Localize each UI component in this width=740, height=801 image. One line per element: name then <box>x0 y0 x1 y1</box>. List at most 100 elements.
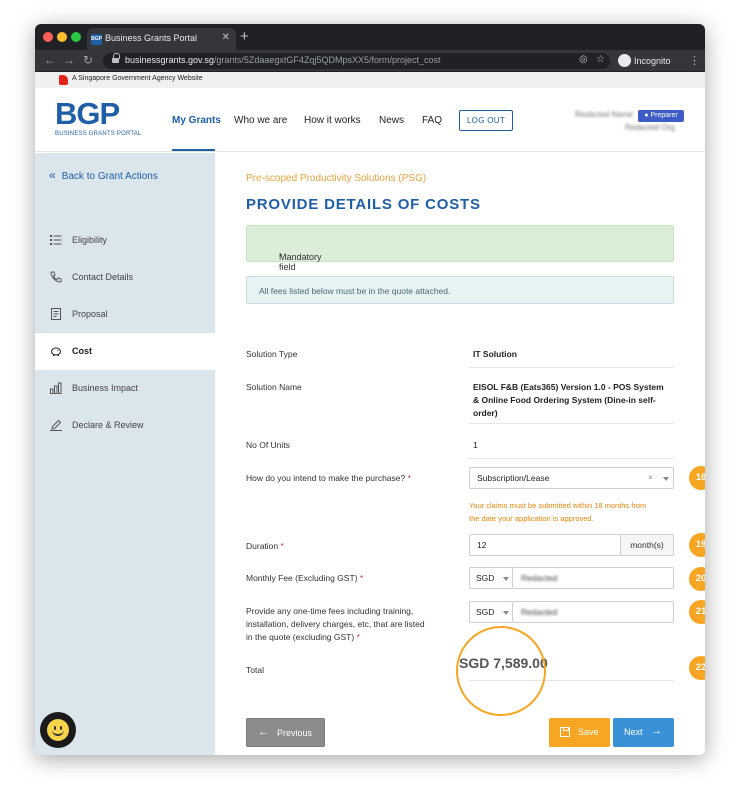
purchase-method-label: How do you intend to make the purchase? … <box>246 472 411 485</box>
sidebar-item-label: Declare & Review <box>72 420 144 430</box>
nav-news[interactable]: News <box>379 115 404 126</box>
one-time-fees-label: Provide any one-time fees including trai… <box>246 605 425 644</box>
incognito-indicator[interactable]: Incognito <box>618 54 671 67</box>
purchase-warning: Your claims must be submitted within 18 … <box>469 499 646 525</box>
solution-type-label: Solution Type <box>246 349 298 359</box>
browser-window: BGP Business Grants Portal ✕ + ← → ↻ bus… <box>35 24 705 755</box>
info-text: All fees listed below must be in the quo… <box>259 286 451 296</box>
scheme-name: Pre-scoped Productivity Solutions (PSG) <box>246 173 427 184</box>
page-title: PROVIDE DETAILS OF COSTS <box>246 196 481 213</box>
gov-banner: A Singapore Government Agency Website <box>35 72 705 88</box>
step-badge: 19 <box>689 533 705 557</box>
total-label: Total <box>246 665 264 675</box>
floppy-disk-icon <box>560 727 570 737</box>
url-path: /grants/5ZdaaegxtGF4Zqj5QDMpsXX5/form/pr… <box>213 55 441 65</box>
monthly-fee-input[interactable]: Redacted <box>513 567 674 589</box>
one-time-fees-currency-select[interactable]: SGD <box>469 601 513 623</box>
incognito-label: Incognito <box>634 56 671 66</box>
forward-arrow-icon[interactable]: → <box>63 53 75 67</box>
step-badge: 21 <box>689 600 705 624</box>
back-to-grant-actions-link[interactable]: « Back to Grant Actions <box>49 168 158 182</box>
sidebar-item-contact-details[interactable]: Contact Details <box>35 259 215 296</box>
logout-button[interactable]: LOG OUT <box>459 110 513 131</box>
active-nav-underline <box>172 149 215 151</box>
dropdown-caret-icon[interactable] <box>663 477 669 481</box>
tab-close-icon[interactable]: ✕ <box>222 32 230 43</box>
clear-selection-icon[interactable]: × <box>648 473 653 482</box>
sidebar-item-label: Eligibility <box>72 235 108 245</box>
one-time-fees-input[interactable]: Redacted <box>513 601 674 623</box>
step-badge: 20 <box>689 567 705 591</box>
step-badge: 22 <box>689 656 705 680</box>
logo-subtext: BUSINESS GRANTS PORTAL <box>55 131 142 137</box>
required-asterisk: * <box>407 473 411 483</box>
step-badge: 18 <box>689 466 705 490</box>
purchase-warning-line: the date your application is approved. <box>469 514 594 523</box>
solution-name-line: EISOL F&B (Eats365) Version 1.0 - POS Sy… <box>473 382 664 392</box>
main-content: Pre-scoped Productivity Solutions (PSG) … <box>215 153 705 755</box>
sidebar-item-proposal[interactable]: Proposal <box>35 296 215 333</box>
bgp-logo[interactable]: BGP BUSINESS GRANTS PORTAL <box>55 96 142 142</box>
duration-label-text: Duration <box>246 541 279 551</box>
row-divider <box>469 367 674 368</box>
nav-faq[interactable]: FAQ <box>422 115 442 126</box>
duration-input[interactable]: 12 <box>469 534 621 556</box>
user-org: Redacted Org <box>625 123 675 132</box>
close-window-button[interactable] <box>43 32 53 42</box>
arrow-right-icon: → <box>651 725 662 737</box>
list-icon <box>50 235 62 245</box>
user-name: Redacted Name <box>575 110 633 119</box>
incognito-icon <box>618 54 631 67</box>
gov-banner-text: A Singapore Government Agency Website <box>72 75 203 82</box>
sidebar-item-label: Cost <box>72 346 92 356</box>
back-arrow-icon[interactable]: ← <box>44 53 56 67</box>
eye-slash-icon[interactable]: ◎ <box>579 54 588 65</box>
currency-value: SGD <box>476 607 495 617</box>
sidebar-item-business-impact[interactable]: Business Impact <box>35 370 215 407</box>
monthly-fee-currency-select[interactable]: SGD <box>469 567 513 589</box>
nav-who-we-are[interactable]: Who we are <box>234 115 287 126</box>
reload-icon[interactable]: ↻ <box>83 53 93 67</box>
new-tab-button[interactable]: + <box>240 28 249 45</box>
previous-button-label: Previous <box>277 728 313 738</box>
purchase-method-select[interactable]: Subscription/Lease × <box>469 467 674 489</box>
nav-how-it-works[interactable]: How it works <box>304 115 361 126</box>
row-divider <box>469 458 674 459</box>
feedback-smiley-button[interactable] <box>40 712 76 748</box>
nav-my-grants[interactable]: My Grants <box>172 115 221 126</box>
info-notice: All fees listed below must be in the quo… <box>246 276 674 304</box>
url-field[interactable]: businessgrants.gov.sg/grants/5ZdaaegxtGF… <box>103 53 610 69</box>
browser-menu-icon[interactable]: ⋮ <box>689 54 700 67</box>
purchase-warning-line: Your claims must be submitted within 18 … <box>469 501 647 510</box>
one-time-fees-line: Provide any one-time fees including trai… <box>246 606 414 616</box>
smiley-face-icon <box>47 719 69 741</box>
back-link-label: Back to Grant Actions <box>61 171 158 182</box>
duration-label: Duration * <box>246 540 284 553</box>
next-button-label: Next <box>624 727 643 737</box>
tab-strip: BGP Business Grants Portal ✕ + <box>35 24 705 50</box>
tab-title: Business Grants Portal <box>105 33 198 43</box>
sidebar-item-cost[interactable]: Cost <box>35 333 215 370</box>
sidebar-item-declare-review[interactable]: Declare & Review <box>35 407 215 444</box>
solution-name-line: order) <box>473 408 498 418</box>
purchase-method-value: Subscription/Lease <box>477 473 550 483</box>
save-button-label: Save <box>578 727 599 737</box>
singapore-lion-icon <box>59 75 68 85</box>
duration-value: 12 <box>477 540 487 550</box>
maximize-window-button[interactable] <box>71 32 81 42</box>
sidebar-item-label: Business Impact <box>72 383 139 393</box>
next-button[interactable]: Next → <box>613 718 674 747</box>
browser-tab[interactable]: BGP Business Grants Portal ✕ <box>87 28 236 50</box>
sidebar-item-eligibility[interactable]: Eligibility <box>35 222 215 259</box>
save-button[interactable]: Save <box>549 718 610 747</box>
previous-button[interactable]: ← Previous <box>246 718 325 747</box>
required-asterisk: * <box>359 573 364 583</box>
monthly-fee-value: Redacted <box>521 573 558 583</box>
mandatory-label: Mandatory field <box>279 252 322 272</box>
logo-text: BGP <box>55 96 120 131</box>
bookmark-star-icon[interactable]: ☆ <box>596 54 605 65</box>
monthly-fee-label-text: Monthly Fee (Excluding GST) <box>246 573 358 583</box>
minimize-window-button[interactable] <box>57 32 67 42</box>
dropdown-caret-icon <box>503 611 509 615</box>
url-text: businessgrants.gov.sg/grants/5ZdaaegxtGF… <box>125 55 441 65</box>
